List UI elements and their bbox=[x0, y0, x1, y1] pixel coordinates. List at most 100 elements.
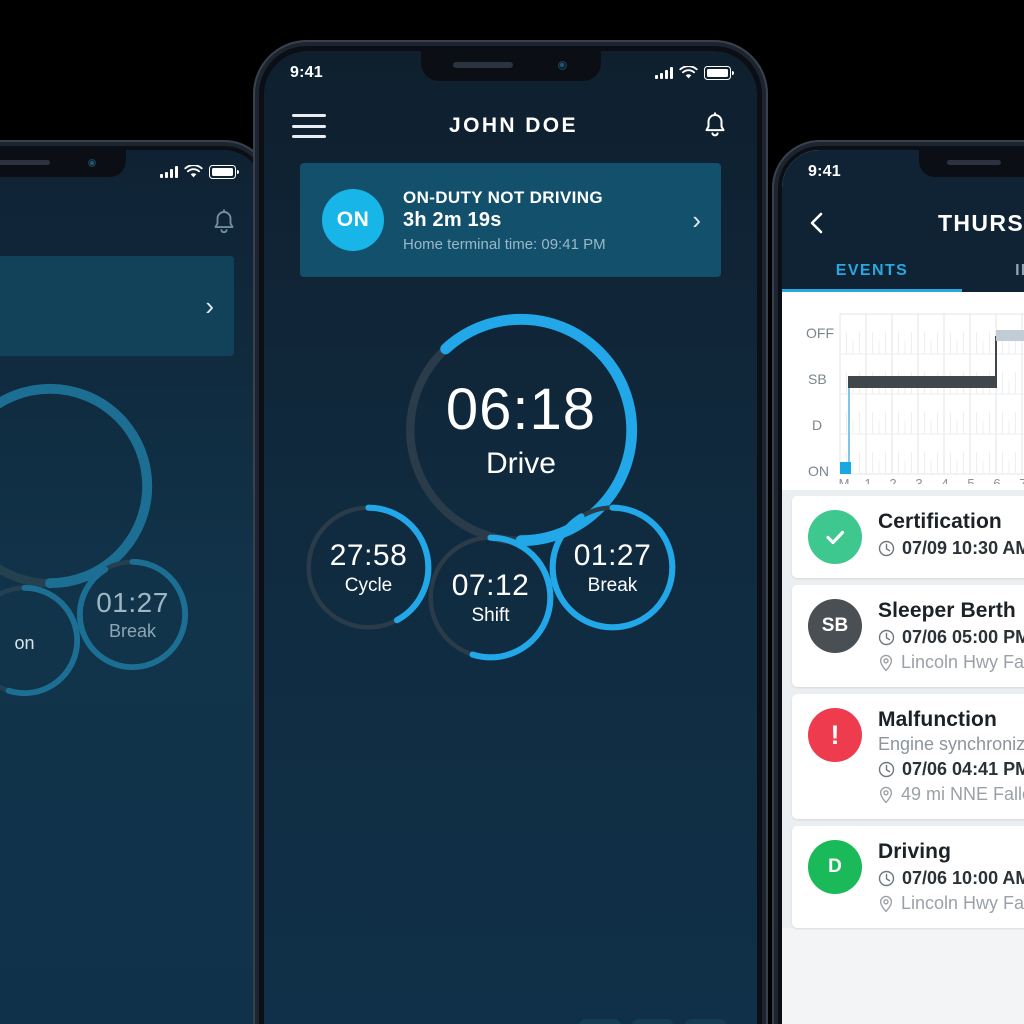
graph-row-label-on: ON bbox=[808, 463, 829, 479]
page-title: JOHN DOE bbox=[449, 114, 578, 137]
svg-text:4: 4 bbox=[941, 476, 948, 484]
left-status-card[interactable]: ON › bbox=[0, 256, 234, 356]
graph-row-label-off: OFF bbox=[806, 325, 834, 341]
check-circle-icon bbox=[808, 510, 862, 564]
graph-row-label-d: D bbox=[812, 417, 822, 433]
event-icon-label: SB bbox=[821, 615, 849, 636]
map-pin-icon bbox=[879, 895, 893, 912]
shift-clock-ring[interactable]: 07:12 Shift bbox=[424, 531, 557, 664]
left-break-ring-label: 01:27 Break bbox=[96, 587, 169, 641]
hamburger-menu-icon[interactable] bbox=[292, 114, 326, 138]
segment-off bbox=[996, 330, 1024, 341]
shift-clock-caption: Shift bbox=[471, 604, 510, 626]
tab-events[interactable]: EVENTS bbox=[782, 252, 962, 292]
front-camera bbox=[557, 61, 567, 70]
duty-status-badge: ON bbox=[322, 189, 384, 251]
event-time-row: 07/06 05:00 PM bbox=[878, 627, 1024, 648]
center-phone-device: 9:41 JOHN DOE ON ON-DUTY NOT DRIVING 3h … bbox=[253, 40, 768, 1024]
bottom-toolbar: ADD DOCUMENT D M bbox=[264, 1003, 757, 1024]
event-list[interactable]: Certification 07/09 10:30 AM SB Sleeper … bbox=[782, 490, 1024, 928]
event-title: Malfunction bbox=[878, 708, 997, 731]
notification-bell-icon[interactable] bbox=[701, 111, 729, 141]
duty-status-text: ON-DUTY NOT DRIVING 3h 2m 19s Home termi… bbox=[403, 188, 686, 253]
graph-row-label-sb: SB bbox=[808, 371, 827, 387]
center-phone-notch bbox=[420, 51, 601, 81]
list-item[interactable]: ! Malfunction Engine synchronizat 07/06 … bbox=[792, 694, 1024, 819]
graph-x-labels: M1 23 45 67 89 1011 N1 bbox=[839, 476, 1024, 484]
map-pin-icon bbox=[879, 654, 893, 671]
break-clock-value: 01:27 bbox=[573, 538, 652, 572]
segment-sb bbox=[848, 376, 997, 388]
right-page-title: THURSDAY, bbox=[937, 209, 1024, 236]
bottom-toolbar-buttons: D M bbox=[579, 1019, 727, 1024]
left-rings-panel: on 01:27 Break bbox=[0, 362, 262, 792]
cycle-clock-value: 27:58 bbox=[329, 538, 408, 572]
wifi-icon bbox=[184, 165, 203, 178]
event-time: 07/09 10:30 AM bbox=[902, 538, 1024, 558]
event-body: Driving 07/06 10:00 AM Lincoln Hwy Fa bbox=[878, 840, 1024, 914]
break-clock-ring[interactable]: 01:27 Break bbox=[546, 501, 679, 634]
duty-status-card[interactable]: ON ON-DUTY NOT DRIVING 3h 2m 19s Home te… bbox=[300, 163, 721, 277]
right-phone-device: 9:41 THURSDAY, EVENTS INFO bbox=[772, 140, 1024, 1024]
left-shift-ring-label: on bbox=[14, 633, 35, 653]
clock-icon bbox=[878, 761, 895, 778]
svg-text:3: 3 bbox=[915, 476, 922, 484]
clock-icon bbox=[878, 629, 895, 646]
duty-status-label: ON-DUTY NOT DRIVING bbox=[403, 187, 603, 207]
event-icon-label: D bbox=[828, 856, 842, 877]
chevron-right-icon: › bbox=[205, 291, 214, 321]
right-status-time: 9:41 bbox=[808, 163, 841, 180]
event-location: 49 mi NNE Fallon bbox=[901, 784, 1024, 804]
left-status-icons bbox=[160, 165, 239, 179]
drive-clock-value: 06:18 bbox=[445, 377, 597, 442]
event-title: Sleeper Berth bbox=[878, 599, 1016, 622]
event-body: Sleeper Berth 07/06 05:00 PM Lincoln Hwy… bbox=[878, 599, 1024, 673]
tab-info-label: INFO bbox=[1015, 262, 1024, 279]
clock-icon bbox=[878, 870, 895, 887]
right-tabs: EVENTS INFO bbox=[782, 252, 1024, 292]
duty-status-graph-container: OFF SB D ON M 1 2 3 4 5 6 7 bbox=[782, 292, 1024, 490]
notification-bell-icon[interactable] bbox=[210, 208, 238, 238]
event-location: Lincoln Hwy Fallon bbox=[901, 893, 1024, 913]
segment-on bbox=[840, 462, 851, 474]
earpiece-speaker bbox=[0, 160, 50, 165]
duty-status-graph[interactable]: OFF SB D ON M 1 2 3 4 5 6 7 bbox=[782, 302, 1024, 484]
center-status-time: 9:41 bbox=[290, 64, 323, 81]
month-button[interactable]: M bbox=[632, 1019, 674, 1024]
left-phone-notch bbox=[0, 150, 126, 177]
cycle-clock-ring[interactable]: 27:58 Cycle bbox=[302, 501, 435, 634]
event-title: Certification bbox=[878, 510, 1002, 533]
screenshot-stage: ON › bbox=[0, 0, 1024, 1024]
duty-status-icon-d: D bbox=[808, 840, 862, 894]
drive-clock-caption: Drive bbox=[485, 447, 556, 480]
event-icon-label: ! bbox=[830, 719, 840, 750]
clock-icon bbox=[878, 540, 895, 557]
chevron-left-icon[interactable] bbox=[804, 210, 830, 236]
list-item[interactable]: SB Sleeper Berth 07/06 05:00 PM Lincoln … bbox=[792, 585, 1024, 687]
chevron-right-icon[interactable]: › bbox=[686, 207, 701, 233]
list-item[interactable]: Certification 07/09 10:30 AM bbox=[792, 496, 1024, 578]
wifi-icon bbox=[679, 66, 698, 79]
event-location-row: Lincoln Hwy Fallon bbox=[878, 652, 1024, 673]
left-break-ring: 01:27 Break bbox=[74, 556, 191, 673]
map-pin-icon bbox=[879, 786, 893, 803]
center-status-icons bbox=[655, 66, 734, 80]
tab-active-underline bbox=[782, 289, 962, 292]
event-time: 07/06 10:00 AM bbox=[902, 868, 1024, 888]
event-location: Lincoln Hwy Fallon bbox=[901, 652, 1024, 672]
duty-status-duration: 3h 2m 19s bbox=[403, 208, 502, 231]
battery-full-icon bbox=[209, 165, 239, 179]
day-button[interactable]: D bbox=[579, 1019, 621, 1024]
earpiece-speaker bbox=[947, 160, 1001, 165]
shift-clock-value: 07:12 bbox=[451, 568, 530, 602]
center-phone-screen: 9:41 JOHN DOE ON ON-DUTY NOT DRIVING 3h … bbox=[264, 51, 757, 1024]
tab-info[interactable]: INFO bbox=[962, 252, 1024, 292]
shift-clock-label: 07:12 Shift bbox=[424, 531, 557, 664]
event-subtitle: Engine synchronizat bbox=[878, 734, 1024, 754]
list-item[interactable]: D Driving 07/06 10:00 AM Lincoln Hwy Fa bbox=[792, 826, 1024, 928]
front-camera bbox=[88, 159, 96, 167]
duty-status-icon-sb: SB bbox=[808, 599, 862, 653]
left-app-bar bbox=[0, 194, 262, 252]
home-terminal-time: Home terminal time: 09:41 PM bbox=[403, 235, 606, 253]
eld-connection-icon[interactable] bbox=[685, 1019, 727, 1024]
